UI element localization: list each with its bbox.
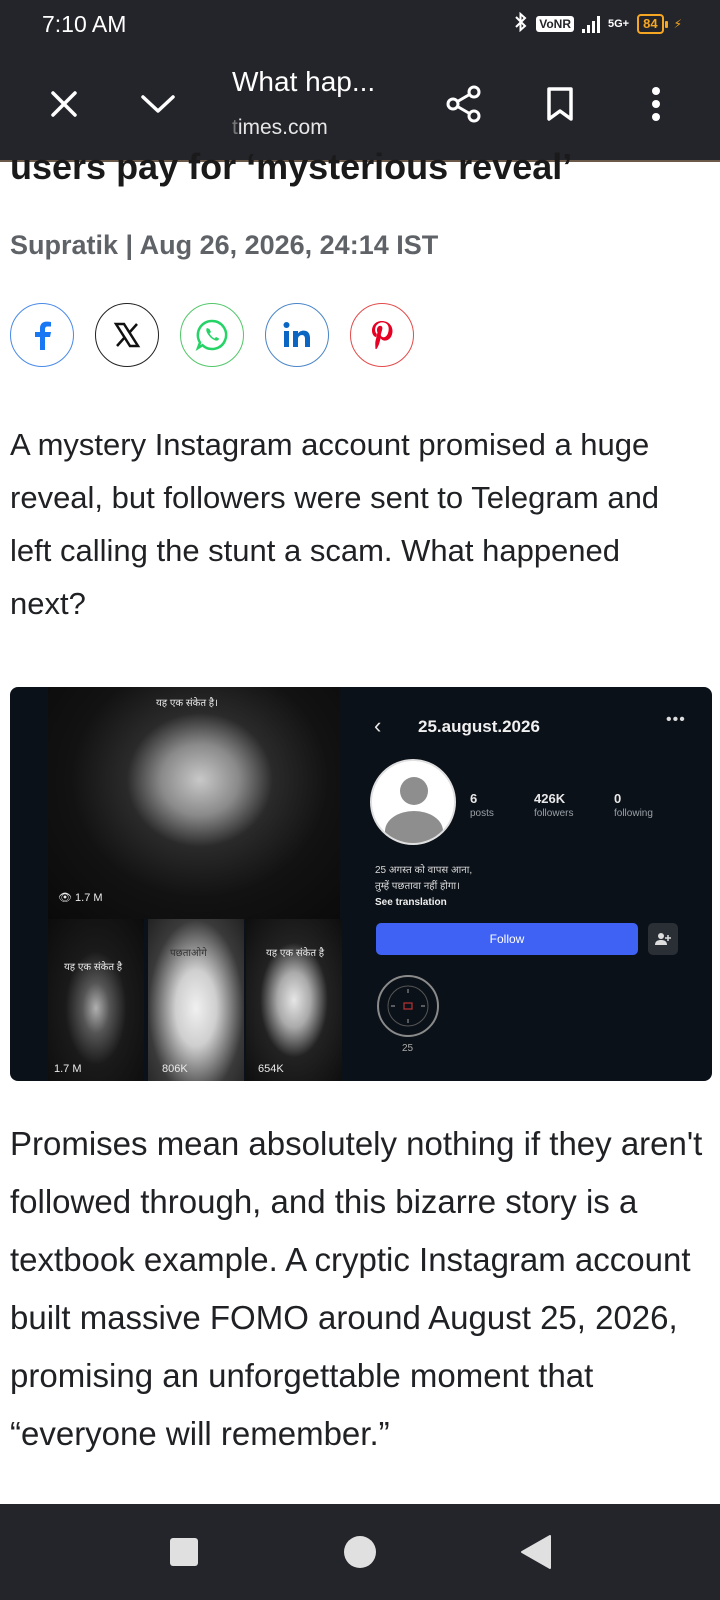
profile-bio: 25 अगस्त को वापस आना, तुम्हें पछतावा नही… bbox=[375, 863, 472, 911]
byline: Supratik | Aug 26, 2026, 24:14 IST bbox=[10, 230, 439, 260]
pinterest-icon[interactable] bbox=[350, 303, 414, 367]
signal-icon bbox=[581, 15, 600, 33]
reel-views-count: 1.7 M bbox=[75, 892, 103, 904]
share-icon[interactable] bbox=[436, 76, 492, 132]
reel-caption: यह एक संकेत है bbox=[64, 962, 123, 973]
reel-views: 654K bbox=[258, 1063, 284, 1075]
bluetooth-icon bbox=[514, 11, 528, 35]
article-image: यह एक संकेत है। 👁 1.7 M यह एक संकेत है 1… bbox=[10, 687, 712, 1081]
browser-toolbar: What hap... times.com bbox=[0, 48, 720, 162]
reel-caption: यह एक संकेत है। bbox=[156, 698, 218, 709]
stat-number: 6 bbox=[470, 791, 478, 806]
stat-followers: 426K followers bbox=[534, 791, 573, 819]
chevron-down-icon[interactable] bbox=[130, 76, 186, 132]
reel-tile[interactable]: पछताओगे 806K bbox=[148, 919, 244, 1081]
follow-button[interactable]: Follow bbox=[376, 923, 638, 955]
article-summary: A mystery Instagram account promised a h… bbox=[10, 427, 660, 621]
url-domain: imes.com bbox=[237, 116, 328, 139]
see-translation-link[interactable]: See translation bbox=[375, 895, 472, 911]
reel-tile-large[interactable]: यह एक संकेत है। 👁 1.7 M bbox=[48, 687, 340, 919]
profile-handle: 25.august.2026 bbox=[418, 717, 540, 736]
reel-views: 👁 1.7 M bbox=[58, 892, 103, 904]
status-time: 7:10 AM bbox=[42, 11, 127, 37]
whatsapp-icon[interactable] bbox=[180, 303, 244, 367]
stat-label: following bbox=[614, 808, 653, 819]
back-chevron-icon[interactable]: ‹ bbox=[374, 713, 381, 739]
charging-icon: ⚡ bbox=[673, 16, 682, 31]
add-user-icon[interactable] bbox=[648, 923, 678, 955]
page-title[interactable]: What hap... bbox=[232, 66, 375, 98]
recents-square-icon[interactable] bbox=[164, 1532, 204, 1572]
page-url[interactable]: times.com bbox=[232, 116, 328, 140]
stat-label: followers bbox=[534, 808, 574, 819]
headline: users pay for ‘mysterious reveal’ bbox=[10, 146, 573, 187]
vonr-badge: VoNR bbox=[536, 15, 574, 32]
more-horiz-icon[interactable]: ••• bbox=[666, 711, 686, 729]
reel-tile[interactable]: यह एक संकेत है 1.7 M bbox=[48, 919, 144, 1081]
stat-label: posts bbox=[470, 808, 494, 819]
network-type: 5G+ bbox=[607, 17, 630, 30]
reel-views: 1.7 M bbox=[54, 1063, 82, 1075]
more-vert-icon[interactable] bbox=[628, 76, 684, 132]
linkedin-icon[interactable] bbox=[265, 303, 329, 367]
highlight-label: 25 bbox=[402, 1043, 414, 1054]
avatar bbox=[370, 759, 456, 845]
reel-tile[interactable]: यह एक संकेत है 654K bbox=[246, 919, 342, 1081]
close-icon[interactable] bbox=[36, 76, 92, 132]
bio-line: 25 अगस्त को वापस आना, bbox=[375, 865, 473, 876]
status-icons: VoNR 5G+ 84 ⚡ bbox=[514, 11, 682, 35]
stat-posts: 6 posts bbox=[470, 791, 494, 819]
share-buttons bbox=[10, 303, 414, 367]
x-icon[interactable] bbox=[95, 303, 159, 367]
reel-caption: यह एक संकेत है bbox=[266, 948, 325, 959]
bio-line: तुम्हें पछतावा नहीं होगा। bbox=[375, 881, 460, 892]
facebook-icon[interactable] bbox=[10, 303, 74, 367]
stat-number: 426K bbox=[534, 791, 566, 806]
stat-following: 0 following bbox=[614, 791, 653, 819]
stat-number: 0 bbox=[614, 791, 622, 806]
status-bar: 7:10 AM VoNR 5G+ 84 ⚡ bbox=[0, 0, 720, 48]
reel-caption: पछताओगे bbox=[170, 948, 207, 959]
reel-views: 806K bbox=[162, 1063, 188, 1075]
article-body: Promises mean absolutely nothing if they… bbox=[10, 1125, 703, 1452]
story-highlight[interactable] bbox=[377, 975, 439, 1037]
battery-indicator: 84 bbox=[637, 13, 669, 34]
home-circle-icon[interactable] bbox=[340, 1532, 380, 1572]
bookmark-icon[interactable] bbox=[532, 76, 588, 132]
back-triangle-icon[interactable] bbox=[516, 1532, 556, 1572]
system-nav-bar bbox=[0, 1504, 720, 1600]
